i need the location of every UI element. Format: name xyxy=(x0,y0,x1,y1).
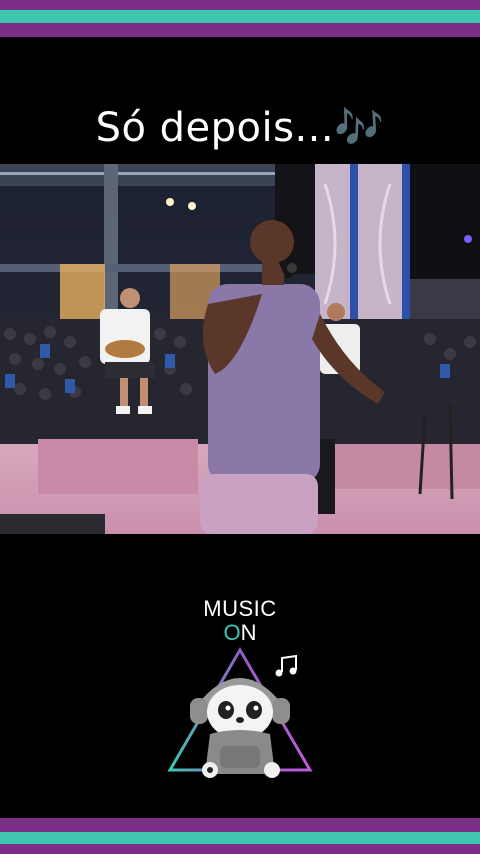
top-stripe-purple-lower xyxy=(0,23,480,37)
logo-music-text: MUSIC xyxy=(203,596,277,621)
bottom-stripe-teal xyxy=(0,832,480,844)
power-o-letter: O xyxy=(223,620,241,645)
panda-logo-icon xyxy=(167,647,313,778)
top-stripe-purple xyxy=(0,0,480,10)
caption-text: Só depois... xyxy=(95,105,335,151)
caption: Só depois...🎶 xyxy=(0,104,480,151)
bottom-stripe-purple xyxy=(0,818,480,832)
logo-on-suffix: N xyxy=(240,620,257,645)
top-stripe-teal xyxy=(0,10,480,23)
music-notes-icon: 🎶 xyxy=(334,105,385,151)
logo-on-text: ON xyxy=(0,620,480,646)
concert-scene xyxy=(0,164,480,534)
concert-video[interactable] xyxy=(0,164,480,534)
video-frame: Só depois...🎶 MUSIC ON xyxy=(0,0,480,854)
bottom-stripe-purple-lower xyxy=(0,844,480,854)
